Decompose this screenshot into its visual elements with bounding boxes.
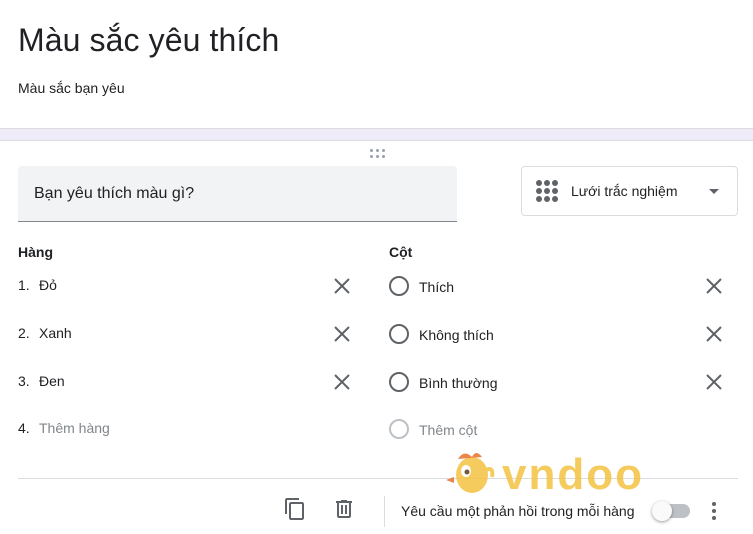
column-label[interactable]: Không thích	[419, 327, 494, 343]
row-item[interactable]: 2. Xanh	[18, 322, 358, 346]
remove-column-close-icon[interactable]	[702, 370, 726, 394]
form-description[interactable]: Màu sắc bạn yêu	[18, 80, 125, 96]
add-column-label[interactable]: Thêm cột	[419, 422, 477, 438]
row-label[interactable]: Đỏ	[39, 277, 57, 293]
chevron-down-icon	[709, 189, 719, 194]
row-item[interactable]: 3. Đen	[18, 370, 358, 394]
row-label[interactable]: Đen	[39, 373, 65, 389]
remove-column-close-icon[interactable]	[702, 274, 726, 298]
form-title[interactable]: Màu sắc yêu thích	[18, 22, 279, 59]
row-item[interactable]: 1. Đỏ	[18, 274, 358, 298]
svg-text:vndoo: vndoo	[502, 450, 644, 499]
radio-circle-icon	[389, 372, 409, 392]
radio-circle-icon	[389, 324, 409, 344]
row-label[interactable]: Xanh	[39, 325, 72, 341]
remove-column-close-icon[interactable]	[702, 322, 726, 346]
remove-row-close-icon[interactable]	[330, 370, 354, 394]
question-type-dropdown[interactable]: Lưới trắc nghiệm	[521, 166, 738, 216]
add-row-label[interactable]: Thêm hàng	[39, 420, 110, 436]
required-label: Yêu cầu một phản hồi trong mỗi hàng	[401, 503, 635, 519]
duplicate-icon[interactable]	[283, 497, 307, 521]
radio-circle-icon	[389, 419, 409, 439]
radio-circle-icon	[389, 276, 409, 296]
remove-row-close-icon[interactable]	[330, 322, 354, 346]
vndoo-watermark-logo: vndoo	[446, 450, 644, 499]
column-label[interactable]: Thích	[419, 279, 454, 295]
form-header: Màu sắc yêu thích Màu sắc bạn yêu	[0, 0, 753, 128]
question-type-label: Lưới trắc nghiệm	[571, 183, 678, 199]
column-item[interactable]: Không thích	[389, 324, 699, 348]
question-title-text: Bạn yêu thích màu gì?	[34, 185, 195, 202]
section-separator	[0, 128, 753, 141]
delete-icon[interactable]	[332, 497, 356, 521]
row-number: 4.	[18, 420, 30, 436]
footer-vertical-divider	[384, 496, 385, 527]
grid-icon	[536, 180, 558, 202]
add-row-item[interactable]: 4. Thêm hàng	[18, 417, 358, 441]
more-vert-icon[interactable]	[702, 499, 726, 523]
add-column-item[interactable]: Thêm cột	[389, 419, 699, 443]
row-number: 1.	[18, 277, 30, 293]
question-title-input[interactable]: Bạn yêu thích màu gì?	[18, 166, 457, 222]
column-item[interactable]: Bình thường	[389, 372, 699, 396]
columns-heading: Cột	[389, 244, 413, 260]
rows-heading: Hàng	[18, 244, 53, 260]
drag-handle-icon[interactable]	[370, 149, 388, 159]
toggle-knob	[652, 501, 672, 521]
row-number: 2.	[18, 325, 30, 341]
remove-row-close-icon[interactable]	[330, 274, 354, 298]
column-label[interactable]: Bình thường	[419, 375, 498, 391]
required-toggle[interactable]	[652, 501, 690, 521]
row-number: 3.	[18, 373, 30, 389]
column-item[interactable]: Thích	[389, 276, 699, 300]
